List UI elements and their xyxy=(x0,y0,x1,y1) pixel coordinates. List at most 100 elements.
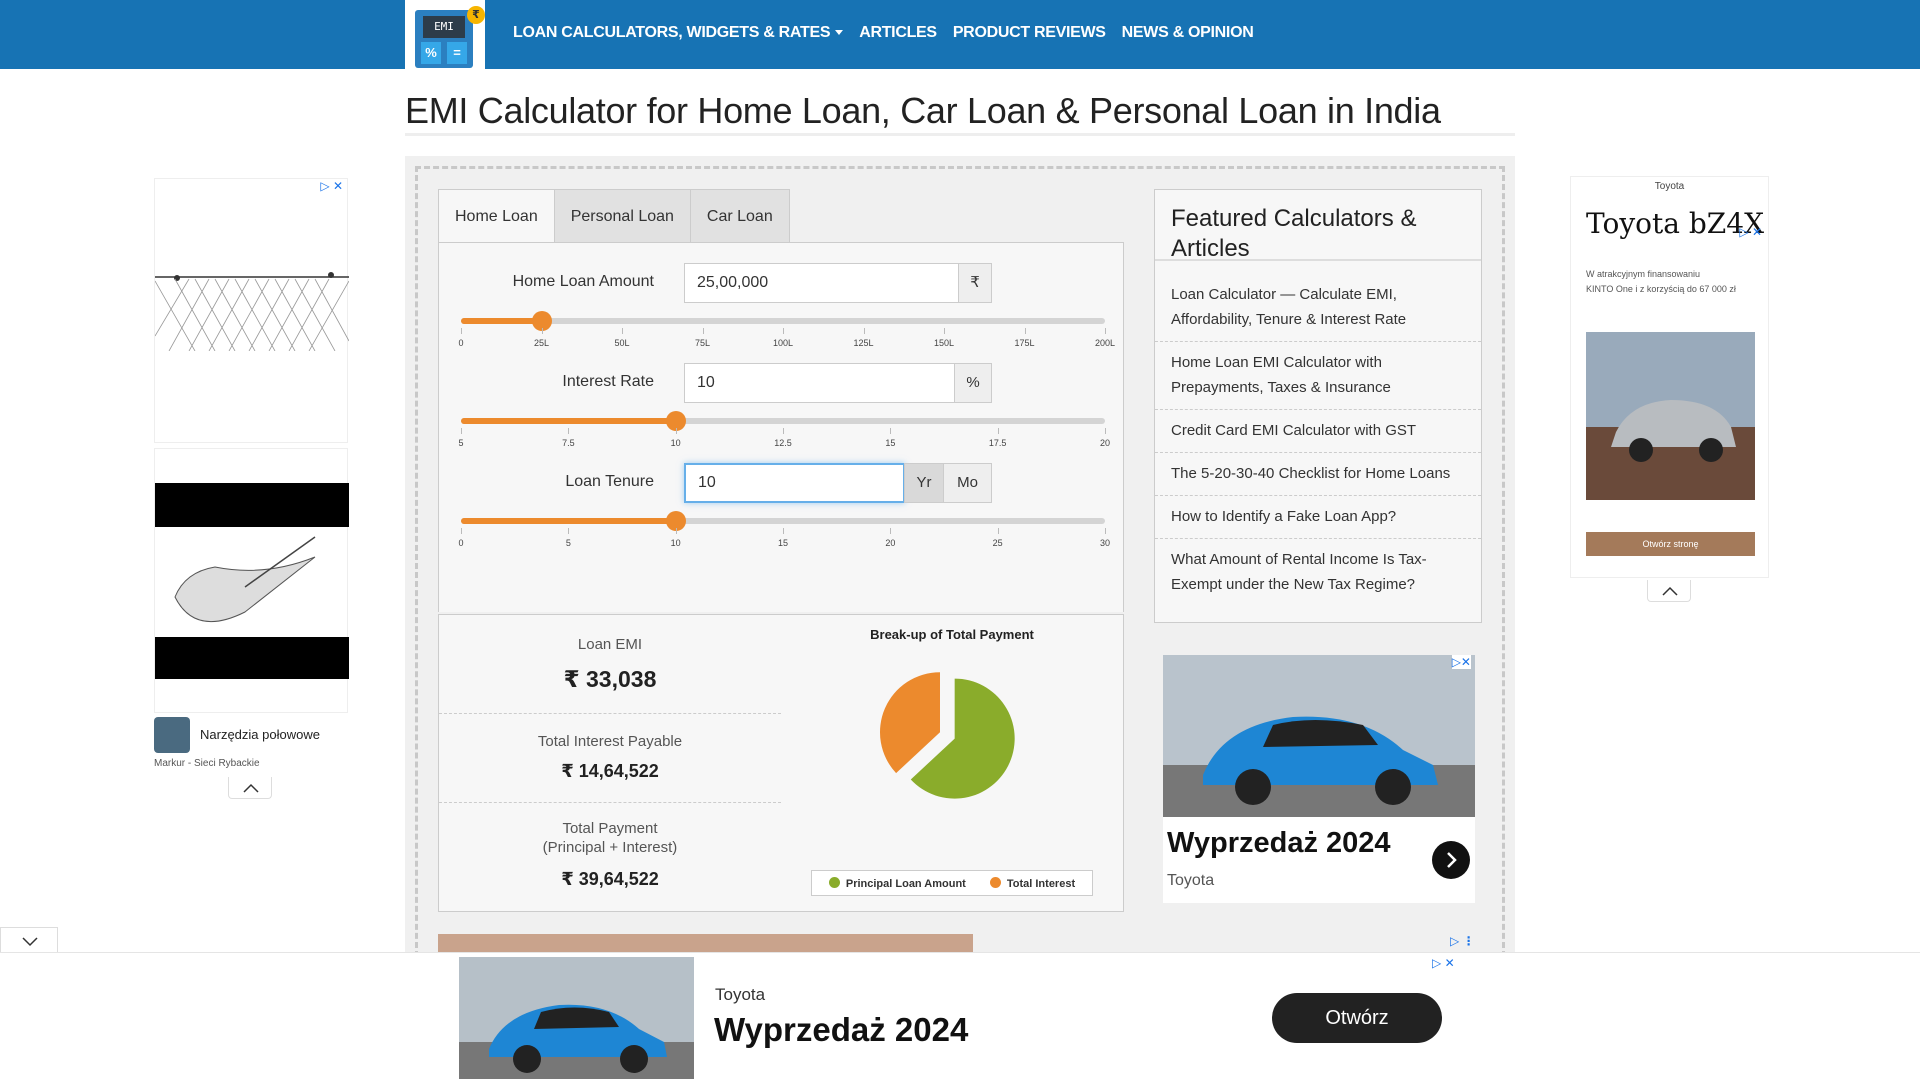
ad-right-title: Toyota bZ4X xyxy=(1586,207,1765,240)
legend-principal-swatch xyxy=(828,876,840,888)
slider-tick-label: 175L xyxy=(1014,338,1035,348)
interest-rate-slider[interactable]: 5 7.5 10 12.5 15 17.5 20 xyxy=(458,411,1110,448)
interest-rate-label: Interest Rate xyxy=(562,373,654,390)
legend-interest[interactable]: Total Interest xyxy=(989,876,1075,890)
loan-amount-slider-fill xyxy=(461,318,542,324)
ad-mid-brand: Toyota xyxy=(1167,872,1215,889)
interest-rate-slider-fill xyxy=(461,418,676,424)
tab-personal-loan[interactable]: Personal Loan xyxy=(554,189,691,243)
ad-right-toyota[interactable]: Toyota Toyota bZ4X ▷ ✕ W atrakcyjnym fin… xyxy=(1570,176,1769,578)
featured-link[interactable]: Loan Calculator — Calculate EMI, Affordab… xyxy=(1171,282,1471,332)
tenure-months-toggle[interactable]: Mo xyxy=(943,463,992,503)
caret-down-icon xyxy=(835,30,844,36)
total-payment-value: ₹ 39,64,522 xyxy=(561,869,659,889)
slider-tick-label: 0 xyxy=(458,538,464,548)
bottom-car-image[interactable] xyxy=(459,957,694,1079)
ad-choices-icon[interactable]: ▷✕ xyxy=(1451,655,1471,669)
loan-type-tabs: Home Loan Personal Loan Car Loan xyxy=(438,189,790,243)
loan-amount-field[interactable] xyxy=(684,263,959,303)
calculator-logo-icon: EMI % = ₹ xyxy=(415,6,485,68)
legend-principal[interactable]: Principal Loan Amount xyxy=(828,876,966,890)
ad-right-open-button[interactable]: Otwórz stronę xyxy=(1586,532,1755,556)
ad-mid-title: Wyprzedaż 2024 xyxy=(1167,827,1391,859)
emi-results: Loan EMI ₹ 33,038 Total Interest Payable… xyxy=(438,614,782,912)
main-nav: LOAN CALCULATORS, WIDGETS & RATES ARTICL… xyxy=(513,24,1254,42)
slider-tick-label: 12.5 xyxy=(774,438,792,448)
bottom-ad-title: Wyprzedaż 2024 xyxy=(714,1011,969,1048)
featured-link[interactable]: Home Loan EMI Calculator with Prepayments… xyxy=(1171,350,1471,400)
slider-tick-label: 125L xyxy=(853,338,874,348)
nav-articles[interactable]: ARTICLES xyxy=(859,24,937,42)
emi-value: ₹ 33,038 xyxy=(563,666,657,692)
title-divider xyxy=(405,133,1515,136)
loan-tenure-label: Loan Tenure xyxy=(565,473,654,490)
legend-interest-swatch xyxy=(989,876,1001,888)
loan-tenure-slider[interactable]: 0 5 10 15 20 25 30 xyxy=(458,511,1110,548)
slider-tick-label: 100L xyxy=(772,338,794,348)
ad-right-brand: Toyota xyxy=(1654,181,1685,192)
ad-left-sub: Markur - Sieci Rybackie xyxy=(154,758,260,769)
slider-tick-label: 20 xyxy=(1099,438,1111,448)
total-interest-label: Total Interest Payable xyxy=(537,733,683,750)
ad-choices-icon[interactable]: ▷ ⋮ xyxy=(1450,934,1475,948)
slider-tick-label: 10 xyxy=(670,438,681,448)
payment-breakup-chart: Break-up of Total Payment Principal Loan… xyxy=(781,614,1124,912)
ad-next-button[interactable] xyxy=(1432,841,1470,879)
ad-choices-icon[interactable]: ▷ ✕ xyxy=(320,179,343,193)
slider-tick-label: 75L xyxy=(694,338,711,348)
tab-home-loan[interactable]: Home Loan xyxy=(438,189,555,243)
page-title: EMI Calculator for Home Loan, Car Loan &… xyxy=(405,90,1441,131)
loan-amount-label: Home Loan Amount xyxy=(512,273,654,290)
loan-amount-input[interactable] xyxy=(685,264,958,302)
featured-link[interactable]: What Amount of Rental Income Is Tax- Exem… xyxy=(1171,547,1471,597)
ad-car-sale[interactable]: ▷✕ Wyprzedaż 2024 Toyota xyxy=(1163,655,1475,903)
emi-result-block: Loan EMI ₹ 33,038 xyxy=(439,615,781,714)
nav-news-opinion[interactable]: NEWS & OPINION xyxy=(1122,24,1254,42)
chevron-right-icon xyxy=(1447,852,1457,868)
loan-tenure-input[interactable] xyxy=(686,465,903,501)
featured-articles: Featured Calculators & Articles Loan Cal… xyxy=(1154,189,1482,623)
chevron-up-icon xyxy=(1662,586,1678,596)
slider-tick-label: 50L xyxy=(614,338,630,348)
slider-tick-label: 15 xyxy=(777,538,789,548)
slider-tick-label: 20 xyxy=(885,538,896,548)
bottom-ad-open-button[interactable]: Otwórz xyxy=(1272,993,1442,1043)
featured-link[interactable]: How to Identify a Fake Loan App? xyxy=(1171,504,1471,529)
blue-car-image xyxy=(1163,655,1475,817)
slider-tick-label: 200L xyxy=(1094,338,1116,348)
nav-loan-calculators[interactable]: LOAN CALCULATORS, WIDGETS & RATES xyxy=(513,24,844,42)
site-logo[interactable]: EMI % = ₹ xyxy=(405,0,485,80)
landing-net-image xyxy=(174,536,316,623)
slider-tick-label: 7.5 xyxy=(562,438,575,448)
nav-product-reviews[interactable]: PRODUCT REVIEWS xyxy=(953,24,1106,42)
interest-rate-input[interactable] xyxy=(685,364,954,402)
collapse-right-ad-button[interactable] xyxy=(1647,580,1691,602)
interest-rate-field[interactable] xyxy=(684,363,955,403)
total-interest-value: ₹ 14,64,522 xyxy=(561,761,659,781)
ad-left-title[interactable]: Narzędzia połowowe xyxy=(200,727,320,742)
featured-link[interactable]: Credit Card EMI Calculator with GST xyxy=(1171,418,1471,443)
chevron-up-icon xyxy=(243,783,259,793)
pie-slice-interest[interactable] xyxy=(879,672,940,774)
collapse-left-ad-button[interactable] xyxy=(228,777,272,799)
interest-result-block: Total Interest Payable ₹ 14,64,522 xyxy=(439,714,781,803)
tab-car-loan[interactable]: Car Loan xyxy=(690,189,790,243)
slider-tick-label: 17.5 xyxy=(988,438,1007,448)
tenure-years-toggle[interactable]: Yr xyxy=(904,463,944,503)
slider-tick-label: 0 xyxy=(458,338,464,348)
ad-choices-icon[interactable]: ▷ ✕ xyxy=(1432,956,1455,970)
slider-tick-label: 25L xyxy=(533,338,550,348)
rupee-icon: ₹ xyxy=(958,263,992,303)
calculator-form: Home Loan Amount ₹ 0 25L 50L 75L 100L 125L 15 0… xyxy=(438,242,1124,612)
fishing-net-image xyxy=(155,272,349,351)
expand-bottom-ad-button[interactable] xyxy=(0,927,58,954)
slider-tick-label: 15 xyxy=(885,438,896,448)
total-payment-label: Total Payment xyxy=(562,820,658,837)
featured-link[interactable]: The 5-20-30-40 Checklist for Home Loans xyxy=(1171,461,1471,486)
ad-left-fishing-net[interactable]: ▷ ✕ xyxy=(154,178,349,443)
loan-tenure-field[interactable] xyxy=(684,463,905,503)
slider-tick-label: 5 xyxy=(458,438,464,448)
ad-left-net-image[interactable] xyxy=(154,448,349,713)
loan-amount-slider[interactable]: 0 25L 50L 75L 100L 125L 150L 175L 200L xyxy=(458,311,1115,348)
ad-choices-icon[interactable]: ▷ ✕ xyxy=(1739,225,1762,239)
